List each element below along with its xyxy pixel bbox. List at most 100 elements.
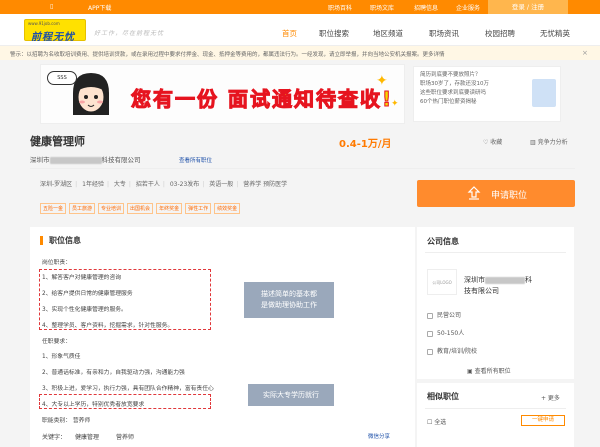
collect-label: 收藏 [490,139,503,146]
highlight-box [39,269,211,330]
job-category: 职能类别： 营养师 [42,418,91,424]
warning-notice: 警示：以招聘为名收取培训费用、提供培训贷款，或在录用过程中要求付押金、现金、抵押… [0,46,600,60]
site-logo[interactable]: www.91job.com 前程无忧 [24,19,86,43]
building-icon [427,312,433,319]
company-size-value: 50-150人 [437,330,465,337]
nav-region[interactable]: 地区频道 [373,28,403,39]
req-item: 2、普通话标准，有亲和力，自我驱动力强，沟通能力强 [42,370,185,376]
ad-thumbnail[interactable] [532,79,556,107]
divider [425,408,566,409]
job-title: 健康管理师 [30,135,85,148]
company-suffix: 科技有限公司 [101,156,141,164]
meta-language: 英语一般 [209,181,234,188]
weixin-share-link[interactable]: 微信分享 [368,432,390,440]
job-meta: 深圳-罗湖区 | 1年经验 | 大专 | 招若干人 | 03-23发布 | 英语一般 | 营… [40,181,288,188]
company-logo[interactable]: 公司LOGO [427,269,457,295]
salary: 0.4-1万/月 [339,139,392,150]
redacted-name [49,156,102,164]
people-icon [427,330,433,337]
company-type-value: 民营公司 [437,312,462,319]
company-name[interactable]: 深圳市 科技有限公司 [464,275,564,297]
company-name-suffix: 技有限公司 [464,287,499,295]
duty-heading: 岗位职责： [42,260,71,266]
top-link-zhaopin[interactable]: 招聘信息 [414,3,438,12]
top-bar: ▯ APP下载 职场百科 职场文库 招聘信息 企业服务 登录 / 注册 [0,0,600,14]
logo-url: www.91job.com [28,21,60,26]
close-icon[interactable]: × [582,49,588,57]
apply-button[interactable]: 申请职位 [417,180,575,207]
speech-bubble: SSS [47,71,77,85]
meta-headcount: 招若干人 [135,181,160,188]
req-item: 1、形象气质佳 [42,354,81,360]
sparkle-icon: ✦ [391,99,399,109]
highlight-box [39,394,211,409]
compete-label: 竞争力分析 [537,139,568,146]
nav-home[interactable]: 首页 [282,28,297,39]
view-all-label: 查看所有职位 [474,368,511,375]
app-download-link[interactable]: APP下载 [88,3,111,12]
nav-elite[interactable]: 无忧精英 [540,28,570,39]
top-link-qiye[interactable]: 企业服务 [456,3,480,12]
meta-major: 营养学 预防医学 [243,181,288,188]
company-type: 民营公司 [427,310,461,319]
chart-icon: ▥ [530,139,538,146]
promo-banner[interactable]: SSS 您有一份 面试通知待查收! ✦ ✦ [40,64,405,124]
view-all-jobs-link[interactable]: 查看所有职位 [179,156,212,164]
meta-experience: 1年经验 [82,181,104,188]
divider [30,168,575,169]
keywords-label: 关键字： [42,434,67,441]
company-info-card: 公司信息 公司LOGO 深圳市 科技有限公司 民营公司 50-150人 教育/培训… [417,227,574,379]
annotation-line: 描述简单的基本都 [261,290,317,298]
annotation-note: 实际大专学历就行 [248,384,334,406]
sparkle-icon: ✦ [376,73,388,89]
banner-headline: 您有一份 面试通知待查收! [130,87,394,112]
top-link-baike[interactable]: 职场百科 [328,3,352,12]
main-header: www.91job.com 前程无忧 好工作，尽在前程无忧 首页 职位搜索 地区… [0,14,600,46]
company-info-heading: 公司信息 [427,237,459,246]
collect-button[interactable]: ♡ 收藏 [483,137,502,146]
redacted-name [485,276,525,284]
divider [425,252,566,253]
competitiveness-button[interactable]: ▥ 竞争力分析 [530,137,568,146]
side-article-list: 简历到底要不要放照片？ 职场30岁了，存款还没10万 这些职位要求到底要读研吗 … [413,66,561,122]
benefit-tag: 专业培训 [98,203,125,214]
similar-jobs-card: 相似职位 + 更多 ☐ 全选 一键申请 [417,383,574,447]
company-name-mid: 科 [525,276,532,284]
meta-location: 深圳-罗湖区 [40,181,73,188]
meta-education: 大专 [113,181,126,188]
req-item: 3、积极上进，爱学习，执行力强，具有团队合作精神，富有责任心 [42,386,214,392]
similar-heading: 相似职位 [427,392,459,401]
benefit-tag: 员工旅游 [69,203,96,214]
company-name-prefix: 深圳市 [464,276,485,284]
one-click-apply-button[interactable]: 一键申请 [521,415,565,426]
nav-job-search[interactable]: 职位搜索 [319,28,349,39]
more-link[interactable]: + 更多 [541,393,560,402]
meta-date: 03-23发布 [169,181,200,188]
top-link-wenku[interactable]: 职场文库 [370,3,394,12]
industry-icon [427,348,433,355]
select-all-checkbox[interactable]: ☐ 全选 [427,417,446,426]
company-industry: 教育/培训/院校 [427,346,477,355]
nav-news[interactable]: 职场资讯 [429,28,459,39]
logo-text: 前程无忧 [31,32,75,43]
apply-label: 申请职位 [491,191,528,201]
benefit-tag: 五险一金 [40,203,67,214]
benefit-tag: 年终奖金 [156,203,183,214]
section-title: 职位信息 [40,236,81,245]
upload-icon [467,186,481,200]
benefit-tag: 出国机会 [127,203,154,214]
nav-campus[interactable]: 校园招聘 [485,28,515,39]
view-all-company-jobs[interactable]: ▣ 查看所有职位 [467,366,511,375]
company-name-link[interactable]: 深圳市 科技有限公司 [30,154,141,164]
list-icon: ▣ [467,368,475,375]
notice-text: 警示：以招聘为名收取培训费用、提供培训贷款，或在录用过程中要求付押金、现金、抵押… [10,52,445,58]
req-heading: 任职要求： [42,339,71,345]
benefit-tag: 弹性工作 [185,203,212,214]
company-prefix: 深圳市 [30,156,50,164]
phone-icon: ▯ [50,3,54,10]
keyword-link[interactable]: 健康管理 [75,432,99,441]
keyword-link[interactable]: 营养师 [116,432,134,441]
company-size: 50-150人 [427,328,464,337]
benefit-tag: 绩效奖金 [214,203,241,214]
login-register-button[interactable]: 登录 / 注册 [488,0,568,14]
